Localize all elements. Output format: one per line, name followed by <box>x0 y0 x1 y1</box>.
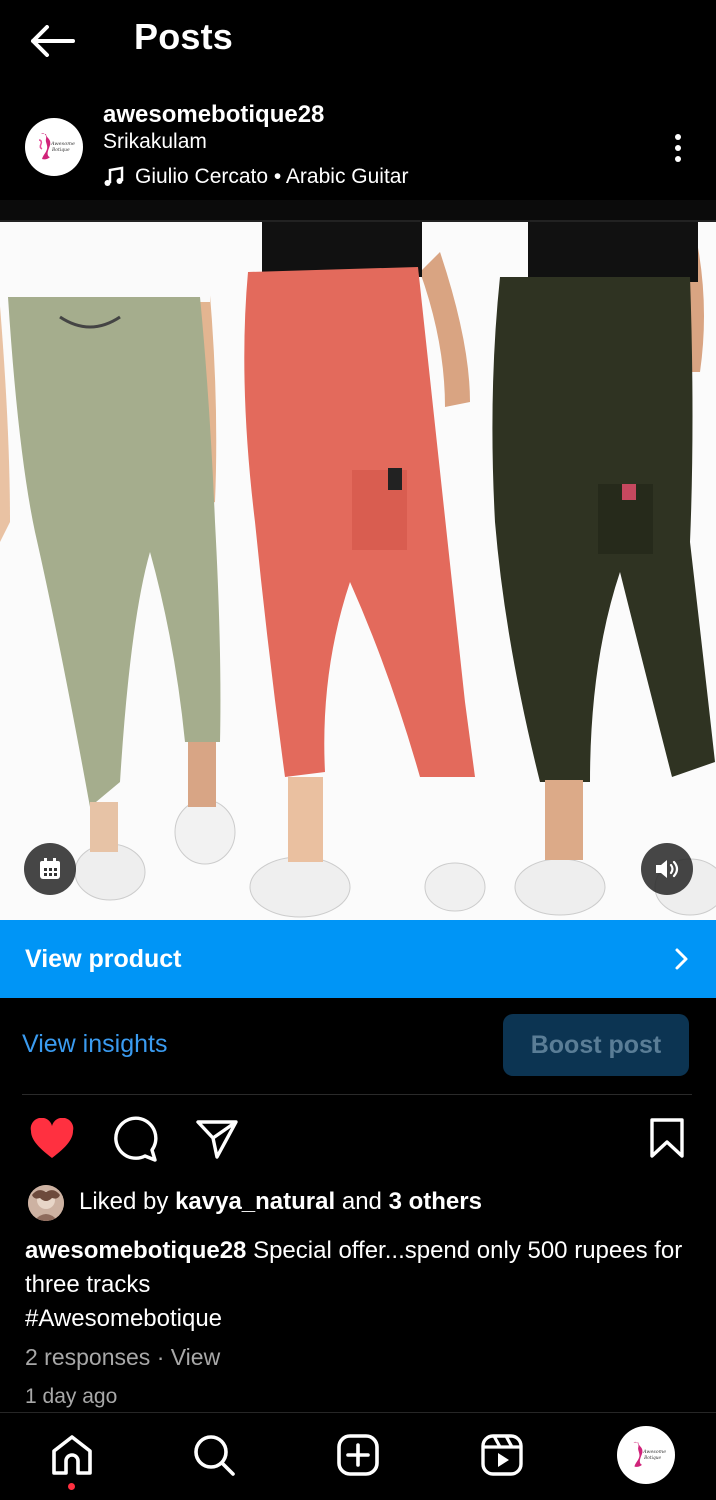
bookmark-icon[interactable] <box>646 1114 688 1162</box>
product-photo <box>0 222 716 920</box>
post-username[interactable]: awesomebotique28 <box>103 101 324 129</box>
calendar-icon[interactable] <box>24 843 76 895</box>
post-media[interactable] <box>0 200 716 920</box>
view-product-button[interactable]: View product <box>0 920 716 998</box>
chevron-right-icon <box>675 948 688 970</box>
view-product-label: View product <box>25 944 182 973</box>
media-top-strip <box>0 200 716 222</box>
reels-icon[interactable] <box>472 1425 532 1485</box>
post-caption: awesomebotique28 Special offer...spend o… <box>25 1234 695 1336</box>
profile-avatar[interactable]: Awesome Botique <box>617 1426 675 1484</box>
likes-summary[interactable]: Liked by kavya_natural and 3 others <box>79 1188 482 1216</box>
top-bar: Posts <box>0 0 716 82</box>
like-heart-icon[interactable] <box>28 1116 76 1162</box>
responses-link[interactable]: 2 responses · View <box>25 1344 220 1371</box>
divider <box>22 1094 692 1095</box>
view-insights-link[interactable]: View insights <box>22 1030 167 1059</box>
liker-username[interactable]: kavya_natural <box>175 1188 335 1215</box>
likes-others[interactable]: 3 others <box>389 1188 482 1215</box>
svg-text:Botique: Botique <box>51 147 70 153</box>
caption-username[interactable]: awesomebotique28 <box>25 1237 246 1264</box>
music-label: Giulio Cercato • Arabic Guitar <box>135 165 409 188</box>
liker-avatar[interactable] <box>28 1185 64 1221</box>
page-title: Posts <box>134 16 234 57</box>
svg-text:Botique: Botique <box>643 1456 661 1461</box>
back-arrow-icon[interactable] <box>26 20 78 62</box>
music-note-icon <box>104 166 124 186</box>
comment-icon[interactable] <box>110 1114 160 1164</box>
more-options-icon[interactable] <box>660 128 696 168</box>
share-send-icon[interactable] <box>194 1116 240 1162</box>
likes-prefix: Liked by <box>79 1188 169 1215</box>
likes-and: and <box>341 1188 382 1215</box>
account-avatar[interactable]: Awesome Botique <box>25 118 83 176</box>
volume-icon[interactable] <box>641 843 693 895</box>
post-timestamp: 1 day ago <box>25 1385 118 1408</box>
music-info[interactable]: Giulio Cercato • Arabic Guitar <box>103 165 408 189</box>
caption-hashtag[interactable]: #Awesomebotique <box>25 1305 222 1332</box>
logo-lettering: Awesome <box>50 141 75 147</box>
search-icon[interactable] <box>184 1425 244 1485</box>
post-location[interactable]: Srikakulam <box>103 130 207 154</box>
svg-text:Awesome: Awesome <box>642 1449 666 1455</box>
boost-post-button[interactable]: Boost post <box>503 1014 689 1076</box>
add-post-icon[interactable] <box>328 1425 388 1485</box>
home-icon[interactable] <box>42 1425 102 1485</box>
notification-dot <box>68 1483 75 1490</box>
